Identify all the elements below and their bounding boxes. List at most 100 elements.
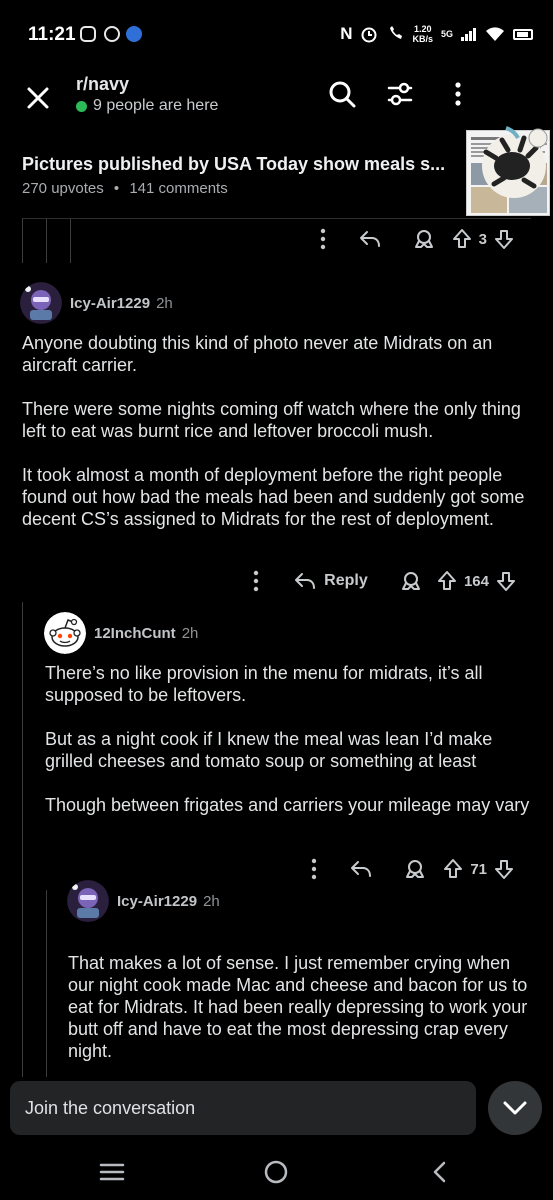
signal-icon	[461, 28, 476, 41]
next-comment-button[interactable]	[488, 1081, 542, 1135]
award-icon	[401, 572, 420, 590]
upvote-icon[interactable]	[436, 570, 458, 592]
comment-actions: Reply 164	[236, 564, 517, 598]
avatar-sticker-image	[482, 126, 548, 198]
status-time: 11:21	[28, 24, 76, 45]
award-button[interactable]	[397, 222, 451, 256]
comment-body: Anyone doubting this kind of photo never…	[22, 332, 532, 530]
comment-header: 12InchCunt 2h	[44, 612, 198, 654]
filter-button[interactable]	[384, 78, 416, 110]
more-options-button[interactable]	[303, 222, 343, 256]
thread-line	[22, 219, 23, 263]
thread-line	[22, 602, 23, 1077]
wifi-icon	[486, 27, 504, 41]
system-navigation-bar	[0, 1140, 553, 1200]
thread-line	[46, 890, 47, 1077]
award-icon	[414, 230, 433, 248]
comment-username[interactable]: 12InchCunt	[94, 625, 176, 642]
search-icon	[329, 81, 356, 108]
comment-paragraph: Though between frigates and carriers you…	[45, 795, 530, 815]
reply-icon	[295, 573, 316, 589]
back-chevron-icon	[433, 1161, 446, 1183]
reply-label: Reply	[324, 572, 368, 589]
comment-header: Icy-Air1229 2h	[67, 880, 220, 922]
close-icon	[27, 87, 49, 109]
comment-header: Icy-Air1229 2h	[20, 282, 173, 324]
comment-count: 141 comments	[129, 180, 228, 197]
post-stats: 270 upvotes • 141 comments	[22, 180, 228, 197]
network-type: 5G	[440, 29, 453, 39]
comment-paragraph: It took almost a month of deployment bef…	[22, 465, 525, 529]
online-count: 9 people are here	[93, 97, 219, 114]
downvote-icon[interactable]	[495, 570, 517, 592]
alarm-icon	[361, 27, 377, 43]
nfc-icon: N	[340, 24, 353, 43]
comment-username[interactable]: Icy-Air1229	[117, 893, 197, 910]
reply-button[interactable]	[334, 852, 388, 886]
close-button[interactable]	[22, 82, 54, 114]
comment-paragraph: But as a night cook if I knew the meal w…	[45, 729, 493, 771]
post-title[interactable]: Pictures published by USA Today show mea…	[22, 154, 452, 175]
vote-group: 71	[442, 852, 515, 886]
upvote-icon[interactable]	[442, 858, 464, 880]
award-button[interactable]	[386, 564, 436, 598]
comment-time: 2h	[203, 892, 220, 910]
comment-time: 2h	[156, 294, 173, 312]
status-bar: 11:21 N 1.20 KB/s 5G	[0, 0, 553, 66]
more-vertical-icon	[312, 858, 317, 880]
award-icon	[406, 860, 425, 878]
avatar[interactable]	[44, 612, 86, 654]
thread-line	[70, 219, 71, 263]
reply-button[interactable]: Reply	[276, 564, 386, 598]
vote-group: 164	[436, 564, 517, 598]
reply-icon	[351, 861, 372, 877]
recent-apps-button[interactable]	[98, 1158, 126, 1186]
chevron-down-icon	[503, 1101, 527, 1115]
reply-button[interactable]	[343, 222, 397, 256]
wifi-calling-icon	[390, 26, 403, 39]
comment-paragraph: That makes a lot of sense. I just rememb…	[68, 953, 528, 1061]
search-button[interactable]	[326, 78, 358, 110]
join-conversation-input[interactable]: Join the conversation	[10, 1081, 476, 1135]
upvote-icon[interactable]	[451, 228, 473, 250]
app-notification-icon	[126, 26, 142, 42]
comment-body: There’s no like provision in the menu fo…	[45, 662, 535, 816]
header-divider	[22, 218, 531, 219]
subreddit-name[interactable]: r/navy	[76, 74, 129, 95]
vote-score: 71	[470, 860, 487, 878]
award-button[interactable]	[388, 852, 442, 886]
more-vertical-icon	[455, 82, 461, 106]
comment-paragraph: There were some nights coming off watch …	[22, 399, 521, 441]
avatar[interactable]	[20, 282, 62, 324]
composer-placeholder: Join the conversation	[25, 1098, 196, 1118]
home-circle-icon	[264, 1160, 288, 1184]
comment-actions: 71	[294, 852, 515, 886]
vote-score: 164	[463, 572, 489, 590]
status-right-icons: N 1.20 KB/s 5G	[340, 22, 533, 46]
comment-paragraph: Anyone doubting this kind of photo never…	[22, 333, 493, 375]
more-options-button[interactable]	[236, 564, 276, 598]
battery-icon	[513, 28, 533, 40]
more-options-button[interactable]	[294, 852, 334, 886]
media-icon	[104, 26, 120, 42]
avatar[interactable]	[67, 880, 109, 922]
instagram-icon	[80, 26, 96, 42]
comment-username[interactable]: Icy-Air1229	[70, 295, 150, 312]
more-options-button[interactable]	[442, 78, 474, 110]
comment-actions: 3	[303, 222, 515, 256]
thread-line	[46, 219, 47, 263]
user-avatar-sticker[interactable]	[476, 122, 550, 212]
comment-paragraph: There’s no like provision in the menu fo…	[45, 663, 483, 705]
comment-time: 2h	[181, 624, 199, 642]
home-button[interactable]	[262, 1158, 290, 1186]
downvote-icon[interactable]	[493, 228, 515, 250]
avatar-image	[20, 282, 62, 324]
snoo-avatar-image	[44, 612, 86, 654]
back-button[interactable]	[426, 1158, 454, 1186]
upvote-count: 270 upvotes	[22, 180, 104, 197]
reply-icon	[359, 231, 380, 247]
post-header: r/navy 9 people are here Pictures publis…	[0, 66, 553, 216]
more-vertical-icon	[320, 228, 325, 250]
downvote-icon[interactable]	[493, 858, 515, 880]
reddit-comments-screen: 11:21 N 1.20 KB/s 5G r/navy 9 people are …	[0, 0, 553, 1200]
